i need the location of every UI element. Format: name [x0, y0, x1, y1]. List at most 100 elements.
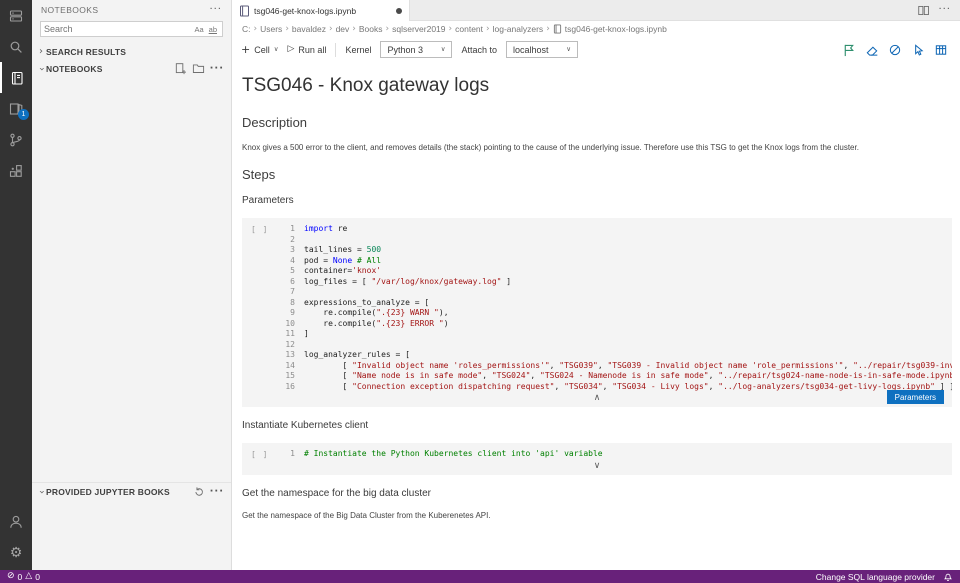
breadcrumb-item[interactable]: bavaldez [292, 24, 326, 34]
code-lines: 1import re23tail_lines = 5004pod = None … [280, 224, 952, 392]
open-folder-icon[interactable] [192, 62, 205, 75]
notifications-bell-icon[interactable] [943, 571, 953, 582]
section-more-actions-icon[interactable]: ··· [210, 64, 224, 74]
editor-more-actions-icon[interactable]: ··· [938, 5, 951, 15]
section-search-results[interactable]: › SEARCH RESULTS [32, 43, 231, 60]
grid-icon[interactable] [934, 43, 948, 57]
namespace-heading: Get the namespace for the big data clust… [242, 488, 952, 499]
breadcrumb-item[interactable]: C: [242, 24, 251, 34]
code-cell[interactable]: [ ] 1# Instantiate the Python Kubernetes… [242, 443, 952, 475]
search-box: Aa ab [40, 21, 223, 37]
gear-icon: ⚙ [10, 545, 23, 561]
add-cell-button[interactable]: + Cell ∨ [241, 44, 279, 55]
code-cell[interactable]: [ ] 1import re23tail_lines = 5004pod = N… [242, 218, 952, 407]
notebook-icon [9, 70, 25, 86]
search-input[interactable] [44, 24, 191, 34]
eraser-icon[interactable] [865, 43, 879, 57]
whole-word-toggle[interactable]: ab [207, 25, 219, 34]
breadcrumb-separator-icon: › [329, 24, 333, 34]
section-notebooks[interactable]: › NOTEBOOKS ··· [32, 60, 231, 77]
tab-title: tsg046-get-knox-logs.ipynb [254, 6, 356, 16]
run-all-button[interactable]: ▷ Run all [288, 45, 327, 55]
code-line: 7 [280, 287, 952, 298]
breadcrumb-item[interactable]: log-analyzers [493, 24, 544, 34]
chevron-down-icon: › [36, 487, 46, 497]
run-icon: ▷ [288, 45, 295, 54]
execution-count: [ ] [251, 225, 268, 234]
activity-notebooks[interactable] [0, 62, 32, 93]
code-line: 1import re [280, 224, 952, 235]
breadcrumb: C:›Users›bavaldez›dev›Books›sqlserver201… [232, 21, 960, 36]
breadcrumb-item[interactable]: Books [359, 24, 383, 34]
breadcrumb-separator-icon: › [352, 24, 356, 34]
code-line: 15 [ "Name node is in safe mode", "TSG02… [280, 371, 952, 382]
code-line: 3tail_lines = 500 [280, 245, 952, 256]
code-line: 11] [280, 329, 952, 340]
error-icon: ⊘ [7, 572, 15, 581]
pointer-icon[interactable] [911, 43, 925, 57]
activity-source-control[interactable] [0, 124, 32, 155]
warning-count: 0 [35, 572, 40, 582]
breadcrumb-separator-icon: › [254, 24, 258, 34]
change-sql-provider-button[interactable]: Change SQL language provider [816, 572, 935, 582]
breadcrumb-item[interactable]: sqlserver2019 [392, 24, 445, 34]
panel-more-actions-icon[interactable]: ··· [209, 5, 222, 15]
breadcrumb-item[interactable]: Users [260, 24, 282, 34]
steps-heading: Steps [242, 167, 952, 182]
code-line: 2 [280, 235, 952, 246]
attach-to-select[interactable]: localhost ∨ [506, 41, 578, 58]
plus-icon: + [241, 44, 250, 55]
tab-notebook[interactable]: tsg046-get-knox-logs.ipynb [232, 0, 410, 21]
flag-icon[interactable] [842, 43, 856, 57]
modified-dot-icon [396, 8, 402, 14]
activity-jupyter-books[interactable]: 1 [0, 93, 32, 124]
code-line: 8expressions_to_analyze = [ [280, 298, 952, 309]
activity-extensions[interactable] [0, 155, 32, 186]
parameters-badge[interactable]: Parameters [887, 390, 944, 404]
kernel-value: Python 3 [387, 45, 423, 55]
namespace-text: Get the namespace of the Big Data Cluste… [242, 511, 952, 520]
warning-icon: △ [25, 572, 32, 581]
kernel-label: Kernel [345, 45, 371, 55]
kernel-select[interactable]: Python 3 ∨ [380, 41, 452, 58]
section-more-actions-icon[interactable]: ··· [210, 487, 224, 497]
panel-title: NOTEBOOKS [41, 5, 98, 15]
provided-books-panel: › PROVIDED JUPYTER BOOKS ··· [32, 482, 231, 570]
chevron-down-icon: ∨ [566, 46, 571, 53]
new-notebook-icon[interactable] [174, 62, 187, 75]
clear-results-icon[interactable] [888, 43, 902, 57]
chevron-down-icon: › [36, 64, 46, 74]
source-control-branch-icon [8, 132, 24, 148]
code-line: 6log_files = [ "/var/log/knox/gateway.lo… [280, 277, 952, 288]
breadcrumb-file[interactable]: tsg046-get-knox-logs.ipynb [553, 24, 667, 34]
breadcrumb-item[interactable]: dev [336, 24, 350, 34]
breadcrumb-separator-icon: › [285, 24, 289, 34]
notification-badge: 1 [18, 109, 29, 120]
refresh-icon[interactable] [193, 486, 205, 498]
description-heading: Description [242, 115, 952, 130]
breadcrumb-separator-icon: › [546, 24, 550, 34]
activity-connections[interactable] [0, 0, 32, 31]
parameters-heading: Parameters [242, 195, 952, 206]
section-label: PROVIDED JUPYTER BOOKS [46, 487, 170, 497]
activity-search[interactable] [0, 31, 32, 62]
cell-collapse-toggle-icon[interactable]: ∨ [242, 460, 952, 473]
code-line: 10 re.compile(".{23} ERROR ") [280, 319, 952, 330]
match-case-toggle[interactable]: Aa [192, 25, 205, 34]
breadcrumb-item[interactable]: content [455, 24, 483, 34]
section-provided-jupyter-books[interactable]: › PROVIDED JUPYTER BOOKS ··· [32, 483, 231, 500]
split-editor-icon[interactable] [917, 4, 930, 17]
problems-button[interactable]: ⊘ 0 △ 0 [7, 572, 40, 582]
code-line: 4pod = None # All [280, 256, 952, 267]
account-button[interactable] [0, 506, 32, 537]
code-line: 1# Instantiate the Python Kubernetes cli… [280, 449, 952, 460]
breadcrumb-separator-icon: › [486, 24, 490, 34]
editor: tsg046-get-knox-logs.ipynb ··· C:›Users›… [232, 0, 960, 570]
breadcrumb-separator-icon: › [449, 24, 453, 34]
cell-collapse-toggle-icon[interactable]: ∧ [242, 392, 952, 405]
settings-gear-button[interactable]: ⚙ [0, 537, 32, 568]
breadcrumb-separator-icon: › [386, 24, 390, 34]
code-line: 14 [ "Invalid object name 'roles_permiss… [280, 361, 952, 372]
toolbar-right-actions [842, 43, 951, 57]
account-icon [8, 514, 24, 530]
